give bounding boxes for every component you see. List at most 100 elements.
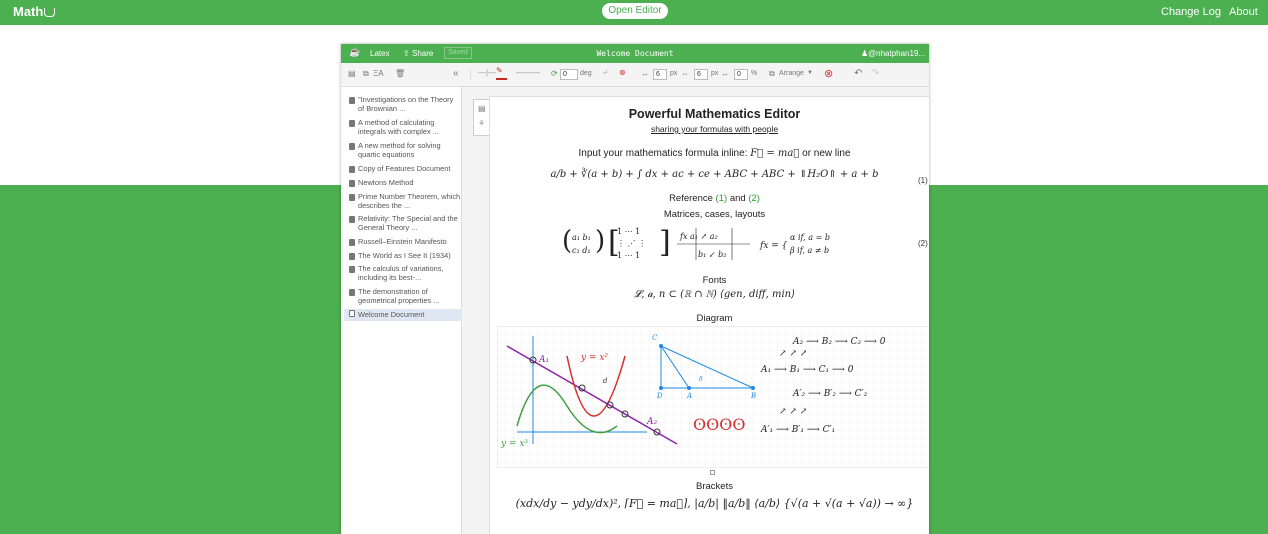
svg-text:α if, a = b: α if, a = b xyxy=(790,233,830,242)
list-item[interactable]: Russell–Einstein Manifesto xyxy=(348,237,461,247)
vertical-spacing-input[interactable]: 6 xyxy=(694,69,708,80)
file-icon xyxy=(349,120,355,127)
sidebar-splitter[interactable] xyxy=(462,87,470,534)
svg-text:): ) xyxy=(595,226,605,256)
vertical-spacing-icon[interactable]: ⇔ xyxy=(681,69,689,78)
svg-text:b₁ ↙ b₂: b₁ ↙ b₂ xyxy=(698,250,726,259)
horizontal-spacing-input[interactable]: 6 xyxy=(653,69,667,80)
list-item[interactable]: Copy of Features Document xyxy=(348,164,461,174)
svg-text:↗ ↗ ↗: ↗ ↗ ↗ xyxy=(779,407,807,417)
undo-icon[interactable]: ↶ xyxy=(854,68,862,79)
svg-text:A₁: A₁ xyxy=(538,355,549,365)
equation-1-number: (1) xyxy=(918,176,928,185)
reference-and: and xyxy=(729,193,746,204)
scale-input[interactable]: 0 xyxy=(734,69,748,80)
document-heading: Powerful Mathematics Editor xyxy=(628,107,801,121)
svg-text:⋮ ⋰ ⋮: ⋮ ⋰ ⋮ xyxy=(617,239,646,248)
list-item[interactable]: The World as I See It (1934) xyxy=(348,251,461,261)
reference-link-2[interactable]: (2) xyxy=(748,193,760,204)
file-icon xyxy=(349,166,355,173)
redo-icon[interactable]: ↷ xyxy=(871,68,879,79)
svg-text:(: ( xyxy=(562,226,572,256)
list-item[interactable]: Newtons Method xyxy=(348,178,461,188)
inline-formula-line: Input your mathematics formula inline: F… xyxy=(490,148,929,159)
list-item-active[interactable]: Welcome Document xyxy=(344,309,462,321)
no-stroke-icon[interactable]: ⌿ xyxy=(603,68,608,78)
window-titlebar: ☕ Latex ⇪ Share Saved Welcome Document ♟… xyxy=(341,44,929,63)
document-icon[interactable]: ▤ xyxy=(348,69,356,78)
file-icon xyxy=(349,194,355,201)
file-icon xyxy=(349,310,355,317)
svg-text:y = x²: y = x² xyxy=(580,353,608,363)
user-menu[interactable]: @nhatphan19... xyxy=(868,49,925,58)
about-link[interactable]: About xyxy=(1229,6,1258,18)
copy-icon[interactable]: ⧉ xyxy=(363,69,369,79)
svg-text:A: A xyxy=(686,392,692,400)
document-subheading: sharing your formulas with people xyxy=(650,124,779,134)
svg-text:β if, a ≠ b: β if, a ≠ b xyxy=(789,246,829,255)
svg-text:1 ⋯ 1: 1 ⋯ 1 xyxy=(617,227,640,236)
reference-line: Reference (1) and (2) xyxy=(490,193,929,204)
list-item[interactable]: Relativity: The Special and the General … xyxy=(348,214,461,232)
document-page: Powerful Mathematics Editor sharing your… xyxy=(489,96,929,534)
matrices-heading: Matrices, cases, layouts xyxy=(663,209,766,220)
list-item[interactable]: Prime Number Theorem, which describes th… xyxy=(348,192,461,210)
change-log-link[interactable]: Change Log xyxy=(1161,6,1221,18)
inline-intro-text: Input your mathematics formula inline: xyxy=(578,148,748,159)
tool-icon[interactable]: ⚘ xyxy=(478,119,485,128)
resize-handle[interactable] xyxy=(710,470,715,475)
v-unit-label: px xyxy=(711,70,719,77)
h-unit-label: px xyxy=(670,70,678,77)
brand-logo[interactable]: Math xyxy=(13,4,56,19)
rename-icon[interactable]: ΞA xyxy=(373,69,384,78)
scale-unit-label: % xyxy=(751,70,758,77)
file-icon xyxy=(349,239,355,246)
svg-text:B: B xyxy=(750,392,756,400)
list-item[interactable]: A new method for solving quartic equatio… xyxy=(348,141,461,159)
reference-link-1[interactable]: (1) xyxy=(716,193,728,204)
file-icon xyxy=(349,289,355,296)
remove-style-icon[interactable]: ⊗ xyxy=(619,68,626,77)
delete-icon[interactable]: ⊗ xyxy=(824,67,833,80)
page-layout-icon[interactable]: ▤ xyxy=(478,104,486,113)
arrange-icon: ⧉ xyxy=(769,69,775,78)
inline-formula: F⃗ = ma⃗ xyxy=(750,148,800,159)
arrange-dropdown[interactable]: Arrange xyxy=(779,70,804,77)
svg-text:fx = {: fx = { xyxy=(759,241,788,251)
list-item[interactable]: A method of calculating integrals with c… xyxy=(348,118,461,136)
open-editor-button[interactable]: Open Editor xyxy=(602,3,668,19)
editor-window: ☕ Latex ⇪ Share Saved Welcome Document ♟… xyxy=(341,44,929,534)
line-style-icon[interactable]: —|— xyxy=(478,68,496,77)
equation-1: a/b + ∛(a + b) + ∫ dx + ac + ce + ABC + … xyxy=(550,169,879,180)
pen-color-icon[interactable]: ✎ xyxy=(496,66,503,75)
stroke-width-icon[interactable]: ——— xyxy=(516,68,540,77)
list-item[interactable]: The demonstration of geometrical propert… xyxy=(348,287,461,305)
svg-text:D: D xyxy=(656,392,663,400)
svg-text:δ: δ xyxy=(699,376,703,383)
list-item[interactable]: "Investigations on the Theory of Brownia… xyxy=(348,95,461,113)
scale-icon[interactable]: ↔ xyxy=(721,69,729,78)
rotate-unit-label: deg xyxy=(580,70,592,77)
rotate-icon[interactable]: ⟳ xyxy=(551,69,558,78)
svg-text:1 ⋯ 1: 1 ⋯ 1 xyxy=(617,251,640,260)
svg-text:A₂: A₂ xyxy=(646,417,657,427)
file-icon xyxy=(349,216,355,223)
svg-text:a₁ b₁: a₁ b₁ xyxy=(572,233,591,242)
rotate-input[interactable]: 0 xyxy=(560,69,578,80)
inline-suffix-text: or new line xyxy=(802,148,851,159)
diagram-heading: Diagram xyxy=(696,313,733,324)
pen-color-swatch xyxy=(496,78,507,80)
svg-text:A₁ ⟶ B₁ ⟶ C₁ ⟶ 0: A₁ ⟶ B₁ ⟶ C₁ ⟶ 0 xyxy=(760,365,854,375)
list-item[interactable]: The calculus of variations, including it… xyxy=(348,264,461,282)
svg-text:A₂ ⟶ B₂ ⟶ C₂ ⟶ 0: A₂ ⟶ B₂ ⟶ C₂ ⟶ 0 xyxy=(792,337,886,347)
matrices-formula: ( a₁ b₁ c₁ d₁ ) [ 1 ⋯ 1 ⋮ ⋰ ⋮ 1 ⋯ 1 ] fx… xyxy=(562,225,830,260)
file-icon xyxy=(349,266,355,273)
trash-icon[interactable]: 🗑 xyxy=(395,69,405,78)
svg-text:ʘʘʘʘ: ʘʘʘʘ xyxy=(693,415,745,434)
brackets-formula: (xdx/dy − ydy/dx)², ⌈F⃗ = ma⃗⌉, |a/b| ‖a… xyxy=(515,497,914,510)
chevron-down-icon: ▼ xyxy=(807,70,813,76)
collapse-sidebar-icon[interactable]: « xyxy=(453,68,459,79)
horizontal-spacing-icon[interactable]: ↔ xyxy=(641,69,649,78)
document-list: "Investigations on the Theory of Brownia… xyxy=(341,87,462,534)
svg-text:y = x³: y = x³ xyxy=(500,439,528,449)
